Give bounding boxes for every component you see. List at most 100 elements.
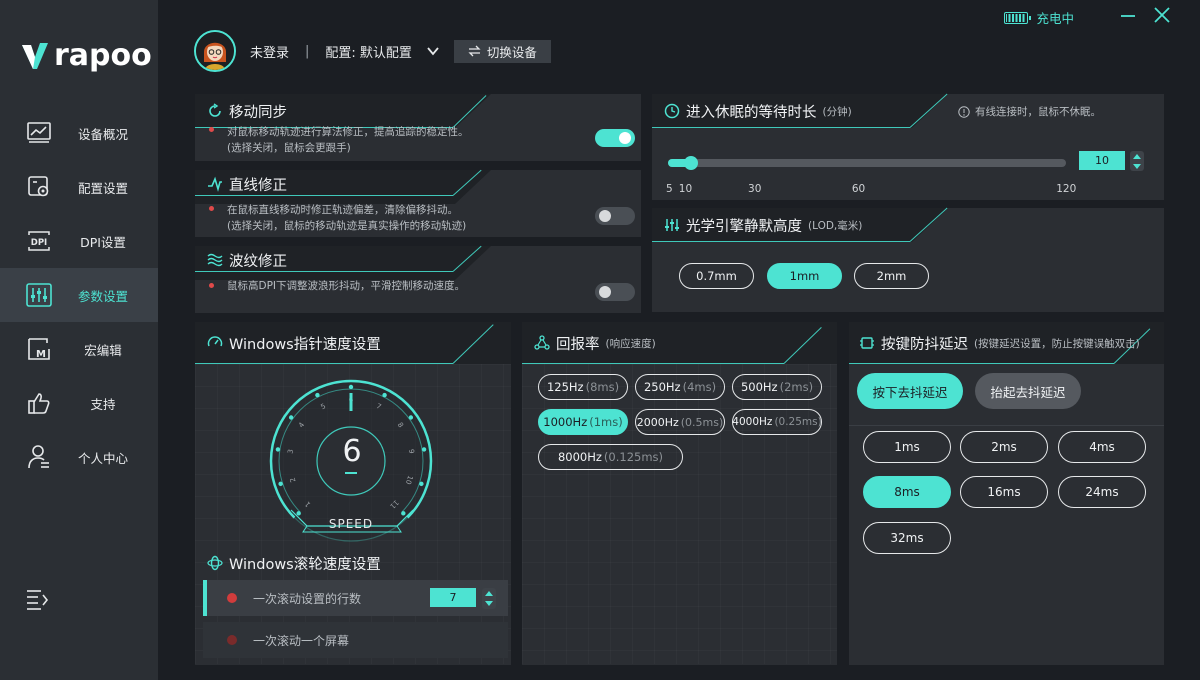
release-debounce-button[interactable]: 抬起去抖延迟 <box>975 373 1081 409</box>
refresh-icon <box>209 103 221 117</box>
sidebar-item-label: 个人中心 <box>77 450 128 466</box>
swap-arrows-icon <box>468 45 481 57</box>
battery-status: 充电中 <box>1004 8 1074 27</box>
polling-option-1000hz[interactable]: 1000Hz (1ms) <box>538 409 628 435</box>
motion-sync-title-text: 移动同步 <box>229 104 287 121</box>
debounce-option-4ms[interactable]: 4ms <box>1058 431 1146 463</box>
motion-sync-toggle[interactable] <box>595 129 635 147</box>
sidebar-item-label: DPI设置 <box>80 234 126 250</box>
polling-option-8000hz[interactable]: 8000Hz (0.125ms) <box>538 444 683 470</box>
lod-option-1mm[interactable]: 1mm <box>767 263 842 289</box>
sidebar-item-overview[interactable]: 设备概况 <box>0 106 158 160</box>
sidebar-nav: 设备概况 配置设置 DPI DPI设置 参数设置 M 宏编辑 支持 个人中心 <box>0 106 158 484</box>
ripple-toggle[interactable] <box>595 283 635 301</box>
sidebar-item-profile[interactable]: 个人中心 <box>0 430 158 484</box>
scroll-wheel-icon <box>207 555 223 571</box>
desc-line: (选择关闭，鼠标的移动轨迹是真实操作的移动轨迹) <box>227 220 467 232</box>
speed-label: SPEED <box>328 517 374 531</box>
polling-option-125hz[interactable]: 125Hz (8ms) <box>538 374 628 400</box>
debounce-option-1ms[interactable]: 1ms <box>863 431 951 463</box>
sidebar-item-macro[interactable]: M 宏编辑 <box>0 322 158 376</box>
ripple-desc: 鼠标高DPI下调整波浪形抖动，平滑控制移动速度。 <box>227 278 465 294</box>
monitor-chart-icon <box>26 120 52 146</box>
debounce-option-24ms[interactable]: 24ms <box>1058 476 1146 508</box>
sleep-title: 进入休眠的等待时长 (分钟) <box>652 94 852 128</box>
chevron-down-icon[interactable] <box>426 44 440 58</box>
minimize-icon[interactable] <box>1118 5 1138 25</box>
delay: (0.25ms) <box>774 416 822 428</box>
dial-tick-dot <box>348 384 354 390</box>
line-correction-icon <box>208 176 222 192</box>
battery-status-label: 充电中 <box>1036 11 1074 26</box>
sleep-unit: (分钟) <box>822 105 852 118</box>
polling-rate-subtitle: (响应速度) <box>605 337 656 350</box>
config-selector-label[interactable]: 配置: 默认配置 <box>325 42 412 61</box>
info-dot <box>209 206 214 211</box>
polling-option-2000hz[interactable]: 2000Hz (0.5ms) <box>635 409 725 435</box>
desc-line: 鼠标高DPI下调整波浪形抖动，平滑控制移动速度。 <box>227 280 466 292</box>
brand-name: rapoo <box>54 38 152 73</box>
debounce-title: 按键防抖延迟 (按键延迟设置，防止按键误触双击) <box>849 322 1140 364</box>
dial-tick-dot <box>315 392 320 398</box>
polling-option-4000hz[interactable]: 4000Hz (0.25ms) <box>732 409 822 435</box>
sidebar-item-params[interactable]: 参数设置 <box>0 268 158 322</box>
delay: (0.125ms) <box>603 450 664 464</box>
sidebar-item-label: 设备概况 <box>77 126 128 142</box>
rate: 500Hz <box>740 380 778 394</box>
angle-snap-toggle[interactable] <box>595 207 635 225</box>
rate: 2000Hz <box>636 415 679 429</box>
svg-text:M: M <box>36 349 46 360</box>
sidebar-item-dpi[interactable]: DPI DPI设置 <box>0 214 158 268</box>
sleep-slider-handle[interactable] <box>684 156 699 170</box>
info-dot <box>209 127 214 132</box>
delay: (0.5ms) <box>680 415 724 429</box>
info-icon <box>958 105 970 118</box>
scroll-lines-stepper[interactable] <box>482 588 496 609</box>
pointer-speed-title: Windows指针速度设置 <box>195 322 381 364</box>
close-icon[interactable] <box>1152 5 1172 25</box>
pointer-scroll-panel: Windows指针速度设置 1234567891011 6 SPEED Wind… <box>195 322 511 665</box>
polling-option-500hz[interactable]: 500Hz (2ms) <box>732 374 822 400</box>
lod-option-2mm[interactable]: 2mm <box>854 263 929 289</box>
ripple-title: 波纹修正 <box>195 246 287 274</box>
sidebar-item-support[interactable]: 支持 <box>0 376 158 430</box>
sidebar-item-label: 配置设置 <box>77 180 128 196</box>
sidebar-item-label: 参数设置 <box>77 288 128 304</box>
gauge-icon <box>207 336 223 347</box>
thumbs-up-icon <box>26 390 52 416</box>
rate: 250Hz <box>643 380 681 394</box>
lod-option-0.7mm[interactable]: 0.7mm <box>679 263 754 289</box>
sleep-stepper[interactable] <box>1130 151 1144 171</box>
dial-tick-dot <box>288 415 294 420</box>
battery-icon <box>1004 11 1032 24</box>
sidebar-item-label: 宏编辑 <box>84 342 122 358</box>
polling-rate-title: 回报率 (响应速度) <box>522 322 656 364</box>
switch-device-button[interactable]: 切换设备 <box>453 39 551 63</box>
login-status[interactable]: 未登录 <box>250 42 289 61</box>
slider-tick-label: 5 <box>666 183 673 195</box>
angle-snap-title: 直线修正 <box>195 170 287 198</box>
debounce-option-32ms[interactable]: 32ms <box>863 522 951 554</box>
switch-device-label: 切换设备 <box>486 44 537 60</box>
sidebar-item-config[interactable]: 配置设置 <box>0 160 158 214</box>
sleep-note-text: 有线连接时，鼠标不休眠。 <box>975 106 1101 118</box>
brand-logo: rapoo <box>22 38 152 73</box>
debounce-option-8ms[interactable]: 8ms <box>863 476 951 508</box>
sleep-value-input[interactable]: 10 <box>1079 151 1125 170</box>
header-separator: | <box>305 43 310 59</box>
pointer-speed-title-text: Windows指针速度设置 <box>229 336 381 353</box>
debounce-option-2ms[interactable]: 2ms <box>960 431 1048 463</box>
debounce-title-text: 按键防抖延迟 <box>881 336 968 353</box>
scroll-lines-input[interactable]: 7 <box>430 588 476 607</box>
scroll-option-label: 一次滚动设置的行数 <box>253 591 362 606</box>
scroll-option-screen[interactable]: 一次滚动一个屏幕 <box>203 622 508 658</box>
avatar[interactable] <box>194 30 236 72</box>
delay: (4ms) <box>682 380 717 394</box>
polling-option-250hz[interactable]: 250Hz (4ms) <box>635 374 725 400</box>
press-debounce-button[interactable]: 按下去抖延迟 <box>857 373 963 409</box>
menu-expand-icon[interactable] <box>26 588 50 610</box>
sleep-slider[interactable] <box>668 156 1066 170</box>
polling-rate-panel: 回报率 (响应速度) 125Hz (8ms) 250Hz (4ms) 500Hz (2m… <box>522 322 837 665</box>
lod-unit: (LOD,毫米) <box>808 219 863 232</box>
debounce-option-16ms[interactable]: 16ms <box>960 476 1048 508</box>
